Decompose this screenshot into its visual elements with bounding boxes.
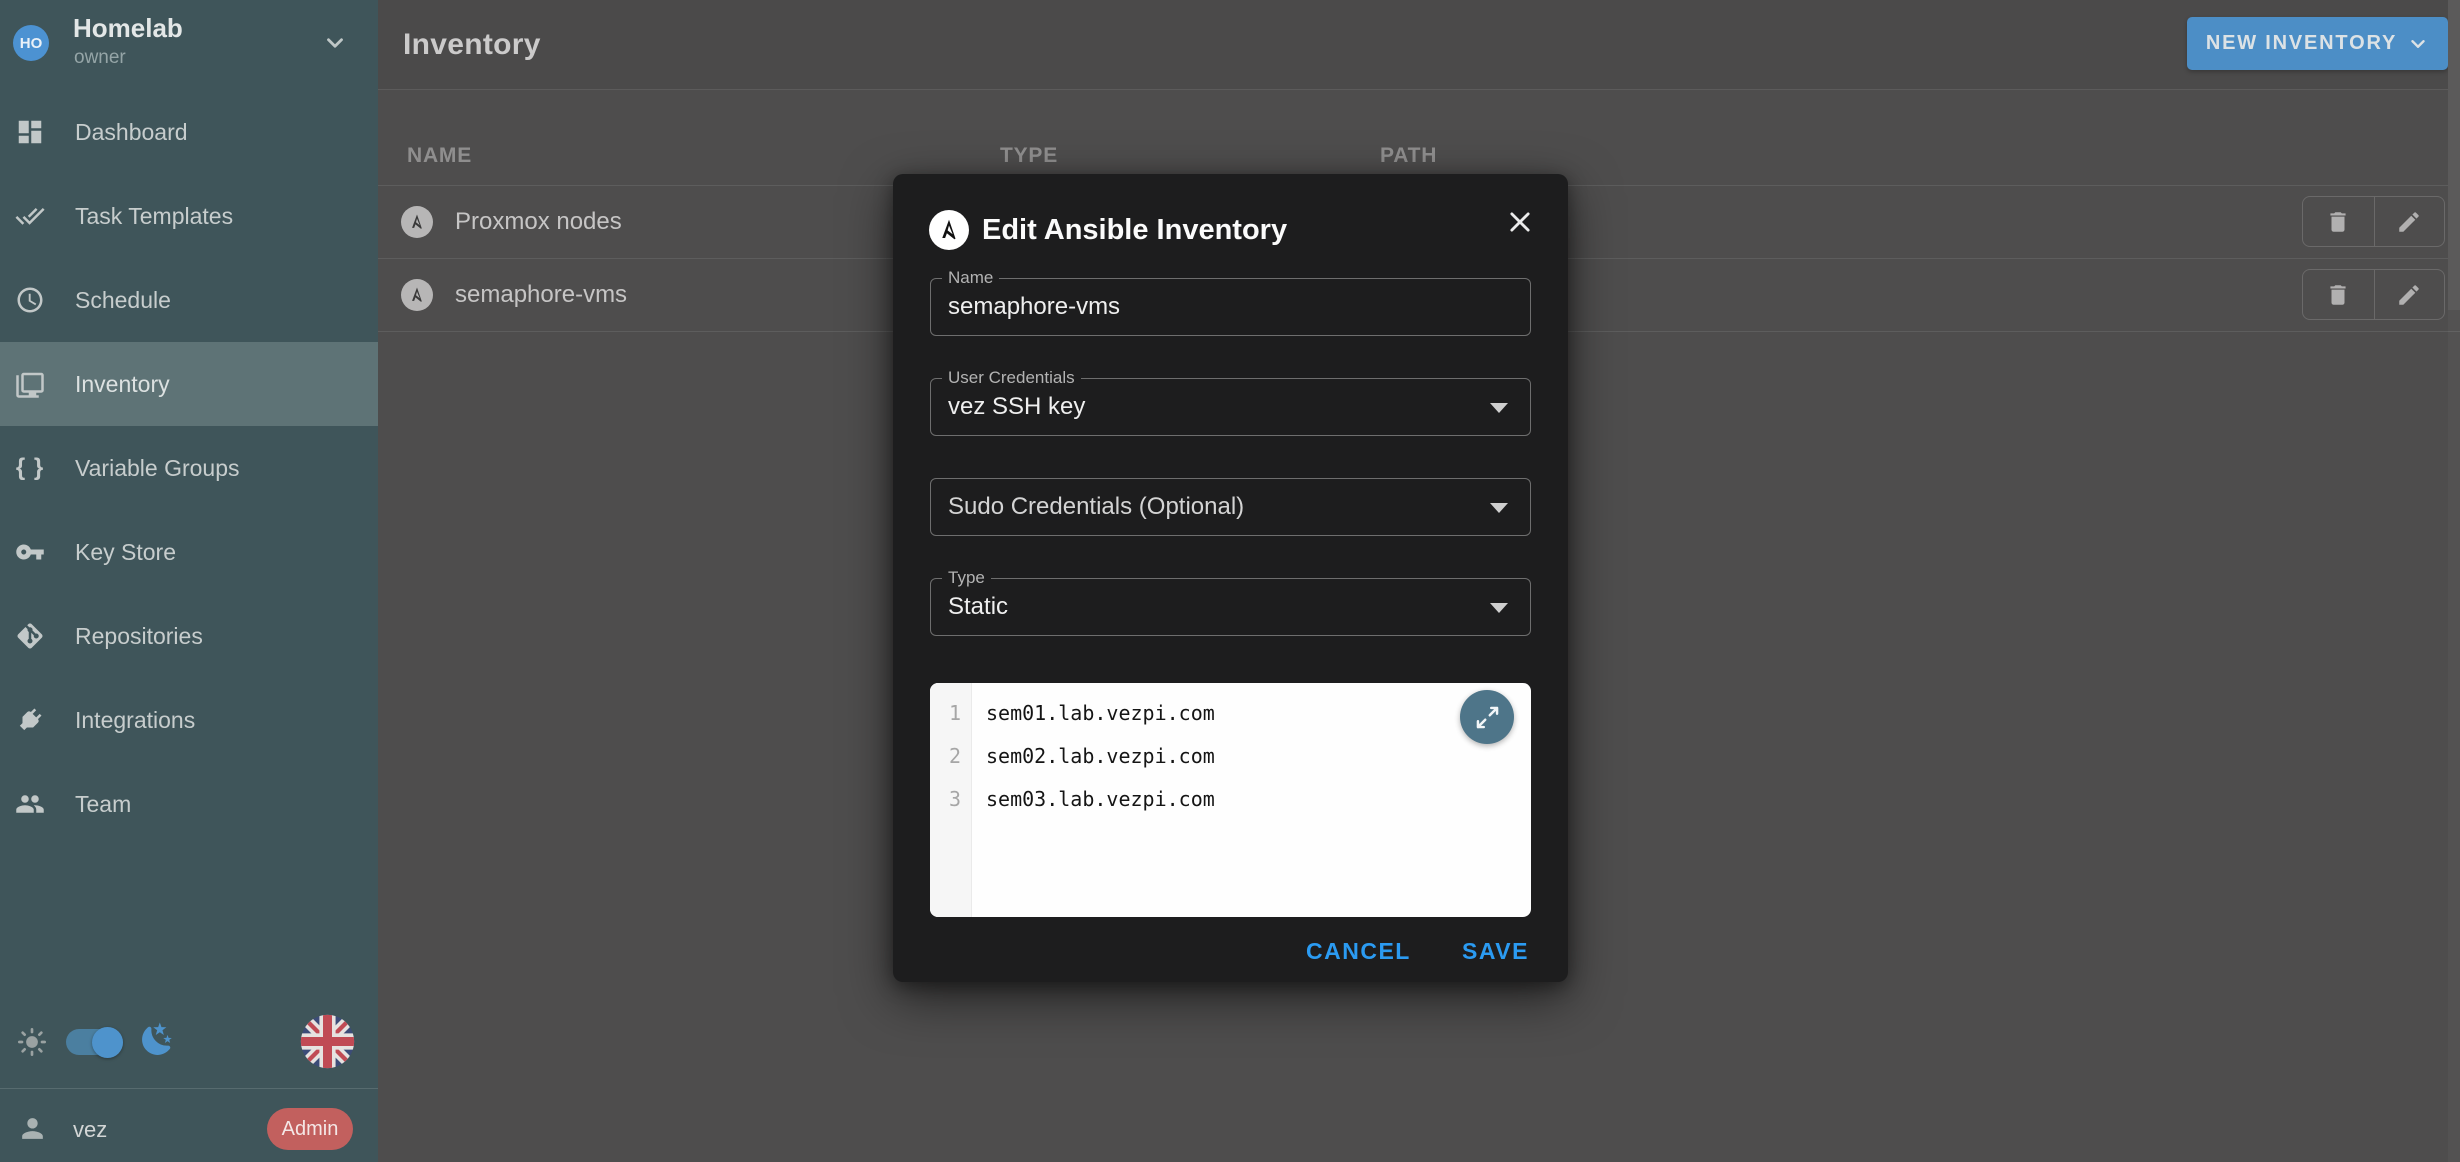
chevron-down-icon <box>2407 33 2429 55</box>
sudo-credentials-placeholder: Sudo Credentials (Optional) <box>948 479 1244 535</box>
trash-icon <box>2325 282 2351 308</box>
language-flag-uk-icon[interactable] <box>299 1013 356 1070</box>
column-header-path: PATH <box>1380 144 1437 168</box>
inventory-name: Proxmox nodes <box>455 208 622 236</box>
edit-inventory-dialog: Edit Ansible Inventory Name semaphore-vm… <box>893 174 1568 982</box>
dropdown-arrow-icon <box>1490 403 1508 413</box>
sidebar-item-label: Integrations <box>75 707 195 734</box>
git-icon <box>15 621 45 651</box>
editor-line-numbers: 123 <box>930 683 972 917</box>
admin-role-badge: Admin <box>267 1108 353 1150</box>
trash-icon <box>2325 209 2351 235</box>
theme-switcher-row <box>0 1005 378 1075</box>
sidebar-item-label: Inventory <box>75 371 170 398</box>
scrollbar-thumb[interactable] <box>2448 0 2460 310</box>
chevron-down-icon <box>322 30 348 61</box>
sidebar-item-label: Schedule <box>75 287 171 314</box>
type-select[interactable]: Type Static <box>930 578 1531 636</box>
cancel-button[interactable]: CANCEL <box>1306 938 1411 965</box>
scrollbar-track[interactable] <box>2448 0 2460 1162</box>
plug-icon <box>15 705 45 735</box>
project-avatar: HO <box>13 25 49 61</box>
user-credentials-select[interactable]: User Credentials vez SSH key <box>930 378 1531 436</box>
code-line: sem02.lab.vezpi.com <box>986 744 1215 768</box>
column-header-name: NAME <box>407 144 472 168</box>
dialog-title: Edit Ansible Inventory <box>982 214 1287 247</box>
top-app-bar: Inventory NEW INVENTORY <box>378 0 2460 90</box>
row-actions <box>2302 196 2445 247</box>
key-icon <box>15 537 45 567</box>
dropdown-arrow-icon <box>1490 503 1508 513</box>
sidebar-item-label: Dashboard <box>75 119 188 146</box>
project-role: owner <box>74 47 126 69</box>
code-line: sem03.lab.vezpi.com <box>986 787 1215 811</box>
inventory-name: semaphore-vms <box>455 281 627 309</box>
delete-button[interactable] <box>2303 197 2374 246</box>
sidebar-divider <box>0 1088 378 1089</box>
dark-mode-moon-icon <box>139 1021 176 1063</box>
expand-editor-button[interactable] <box>1460 690 1514 744</box>
sidebar-item-label: Key Store <box>75 539 176 566</box>
close-icon[interactable] <box>1503 205 1537 239</box>
sudo-credentials-select[interactable]: Sudo Credentials (Optional) <box>930 478 1531 536</box>
done-all-icon <box>15 201 45 231</box>
dashboard-icon <box>15 117 45 147</box>
theme-toggle-knob[interactable] <box>92 1027 123 1058</box>
sidebar-item-label: Repositories <box>75 623 203 650</box>
new-inventory-button-label: NEW INVENTORY <box>2206 32 2397 55</box>
sidebar-item-key-store[interactable]: Key Store <box>0 510 378 594</box>
project-name: Homelab <box>73 13 183 44</box>
edit-button[interactable] <box>2374 197 2445 246</box>
project-switcher[interactable]: HO Homelab owner <box>0 0 378 90</box>
pencil-icon <box>2396 209 2422 235</box>
light-mode-sun-icon <box>16 1026 48 1063</box>
user-row[interactable]: vez Admin <box>0 1100 378 1162</box>
sidebar: HO Homelab owner Dashboard Task Template… <box>0 0 378 1162</box>
user-credentials-value: vez SSH key <box>948 379 1085 435</box>
sidebar-item-inventory[interactable]: Inventory <box>0 342 378 426</box>
expand-arrows-icon <box>1474 704 1501 731</box>
sidebar-item-variable-groups[interactable]: { } Variable Groups <box>0 426 378 510</box>
app-root: HO Homelab owner Dashboard Task Template… <box>0 0 2460 1162</box>
sidebar-item-repositories[interactable]: Repositories <box>0 594 378 678</box>
name-field[interactable]: Name semaphore-vms <box>930 278 1531 336</box>
new-inventory-button[interactable]: NEW INVENTORY <box>2187 17 2448 70</box>
sidebar-item-team[interactable]: Team <box>0 762 378 846</box>
braces-icon: { } <box>15 453 45 483</box>
code-line: sem01.lab.vezpi.com <box>986 701 1215 725</box>
inventory-code-editor[interactable]: 123 sem01.lab.vezpi.com sem02.lab.vezpi.c… <box>930 683 1531 917</box>
sidebar-item-label: Team <box>75 791 131 818</box>
sidebar-item-label: Task Templates <box>75 203 233 230</box>
sidebar-item-label: Variable Groups <box>75 455 240 482</box>
people-icon <box>15 789 45 819</box>
sidebar-item-integrations[interactable]: Integrations <box>0 678 378 762</box>
sidebar-item-task-templates[interactable]: Task Templates <box>0 174 378 258</box>
column-header-type: TYPE <box>1000 144 1058 168</box>
type-field-value: Static <box>948 579 1008 635</box>
username: vez <box>73 1117 107 1143</box>
row-actions <box>2302 269 2445 320</box>
pencil-icon <box>2396 282 2422 308</box>
name-field-value: semaphore-vms <box>948 279 1120 335</box>
sidebar-item-dashboard[interactable]: Dashboard <box>0 90 378 174</box>
page-title: Inventory <box>403 28 541 62</box>
ansible-icon <box>401 206 433 238</box>
sidebar-item-schedule[interactable]: Schedule <box>0 258 378 342</box>
edit-button[interactable] <box>2374 270 2445 319</box>
clock-icon <box>15 285 45 315</box>
delete-button[interactable] <box>2303 270 2374 319</box>
ansible-icon <box>401 279 433 311</box>
save-button[interactable]: SAVE <box>1462 938 1529 965</box>
sidebar-nav: Dashboard Task Templates Schedule Invent… <box>0 90 378 846</box>
dropdown-arrow-icon <box>1490 603 1508 613</box>
monitor-multiple-icon <box>15 369 45 399</box>
person-icon <box>17 1113 48 1149</box>
editor-content[interactable]: sem01.lab.vezpi.com sem02.lab.vezpi.com se… <box>973 683 1531 821</box>
ansible-icon <box>929 210 969 250</box>
